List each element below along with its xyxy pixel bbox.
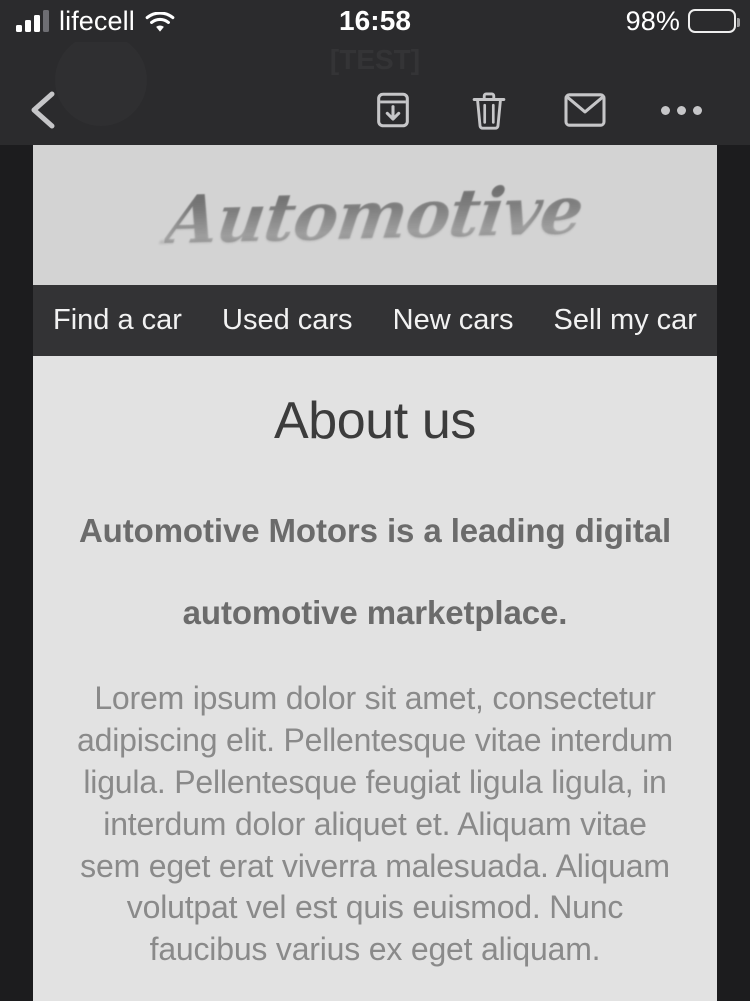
delete-button[interactable] <box>466 87 512 133</box>
lede-paragraph: Automotive Motors is a leading digital a… <box>78 512 672 632</box>
cellular-signal-icon <box>16 10 49 32</box>
site-navigation: Find a car Used cars New cars Sell my ca… <box>33 285 717 356</box>
status-bar-right: 98% <box>626 6 750 37</box>
wifi-icon <box>145 10 175 32</box>
message-action-toolbar <box>370 87 704 133</box>
nav-link-find-a-car[interactable]: Find a car <box>47 304 188 337</box>
about-section: About us Automotive Motors is a leading … <box>33 356 717 972</box>
archive-box-down-arrow-icon <box>377 92 409 128</box>
trash-icon <box>472 92 506 130</box>
message-subject: [TEST] <box>0 44 750 76</box>
body-paragraph: Lorem ipsum dolor sit amet, consectetur … <box>77 679 673 968</box>
mail-navigation-bar: [TEST] <box>0 42 750 145</box>
status-bar: lifecell 16:58 98% <box>0 0 750 42</box>
reply-button[interactable] <box>562 87 608 133</box>
envelope-icon <box>564 93 606 127</box>
page-title: About us <box>273 392 477 450</box>
carrier-name: lifecell <box>59 5 135 36</box>
battery-icon <box>688 9 740 33</box>
site-logo-banner: Automotive <box>33 145 717 285</box>
site-logo: Automotive <box>162 170 588 260</box>
nav-link-new-cars[interactable]: New cars <box>387 304 520 337</box>
more-button[interactable] <box>658 87 704 133</box>
archive-button[interactable] <box>370 87 416 133</box>
email-content-webview[interactable]: Automotive Find a car Used cars New cars… <box>33 145 717 1001</box>
nav-link-sell-my-car[interactable]: Sell my car <box>548 304 703 337</box>
nav-link-used-cars[interactable]: Used cars <box>216 304 359 337</box>
mail-message-screen: lifecell 16:58 98% [TEST] <box>0 0 750 1001</box>
sender-avatar <box>55 34 147 126</box>
battery-percentage: 98% <box>625 5 680 36</box>
ellipsis-icon <box>660 105 702 115</box>
back-button[interactable] <box>22 87 68 133</box>
status-bar-left: lifecell <box>0 6 175 37</box>
